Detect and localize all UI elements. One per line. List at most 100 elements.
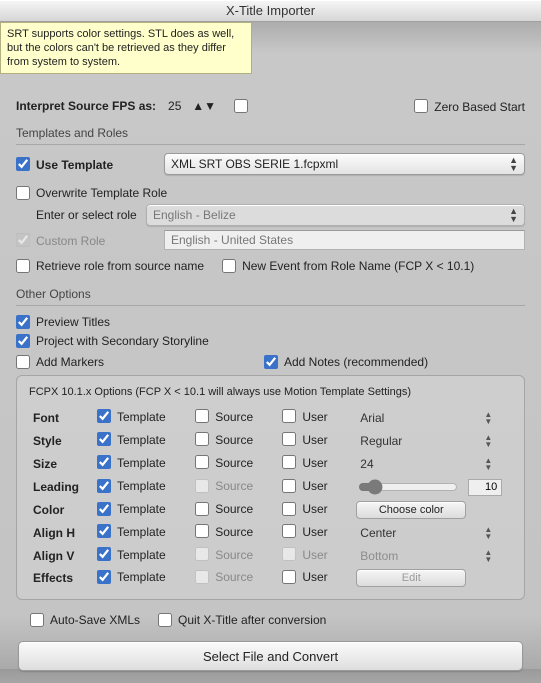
- table-row: Align H Template Source User Center▲▼: [29, 521, 512, 544]
- table-row: Color Template Source User Choose color: [29, 499, 512, 521]
- opt-font-label: Font: [29, 406, 93, 429]
- alignv-value-select: Bottom▲▼: [356, 546, 494, 565]
- font-user-cb[interactable]: User: [282, 409, 327, 424]
- secondary-storyline-input[interactable]: [16, 334, 30, 348]
- style-user-cb[interactable]: User: [282, 432, 327, 447]
- zero-based-start-input[interactable]: [414, 99, 428, 113]
- opt-style-label: Style: [29, 429, 93, 452]
- leading-value-field[interactable]: [468, 479, 502, 496]
- fps-value: 25: [168, 99, 181, 113]
- table-row: Size Template Source User 24▲▼: [29, 452, 512, 475]
- quit-after-label: Quit X-Title after conversion: [178, 612, 326, 627]
- fps-select[interactable]: 25 ▲▼: [162, 96, 220, 116]
- use-template-checkbox[interactable]: Use Template: [16, 157, 146, 172]
- overwrite-role-checkbox[interactable]: Overwrite Template Role: [16, 185, 167, 200]
- size-value-select[interactable]: 24▲▼: [356, 454, 494, 473]
- style-value-select[interactable]: Regular▲▼: [356, 431, 494, 450]
- enter-role-label: Enter or select role: [16, 208, 146, 222]
- font-template-cb[interactable]: Template: [97, 409, 166, 424]
- color-user-cb[interactable]: User: [282, 501, 327, 516]
- table-row: Align V Template Source User Bottom▲▼: [29, 544, 512, 567]
- secondary-storyline-label: Project with Secondary Storyline: [36, 333, 209, 348]
- alignv-source-cb: Source: [195, 547, 253, 562]
- effects-user-cb[interactable]: User: [282, 569, 327, 584]
- effects-template-cb[interactable]: Template: [97, 569, 166, 584]
- chevron-updown-icon: ▲▼: [509, 207, 518, 223]
- fcpx-options-table: Font Template Source User Arial▲▼ Style …: [29, 406, 512, 589]
- add-notes-label: Add Notes (recommended): [284, 354, 428, 369]
- preview-titles-checkbox[interactable]: Preview Titles: [16, 314, 110, 329]
- choose-color-button[interactable]: Choose color: [356, 501, 466, 519]
- unknown-checkbox-1[interactable]: [234, 99, 257, 114]
- size-template-cb[interactable]: Template: [97, 455, 166, 470]
- unknown-checkbox-1-input[interactable]: [234, 99, 248, 113]
- fcpx-panel-title: FCPX 10.1.x Options (FCP X < 10.1 will a…: [29, 386, 512, 398]
- custom-role-checkbox[interactable]: Custom Role: [16, 233, 146, 248]
- section-other-options: Other Options: [16, 287, 525, 301]
- unknown-checkbox-1-label: [254, 99, 257, 114]
- opt-leading-label: Leading: [29, 475, 93, 499]
- table-row: Style Template Source User Regular▲▼: [29, 429, 512, 452]
- color-source-cb[interactable]: Source: [195, 501, 253, 516]
- retrieve-role-input[interactable]: [16, 259, 30, 273]
- quit-after-input[interactable]: [158, 613, 172, 627]
- autosave-input[interactable]: [30, 613, 44, 627]
- color-template-cb[interactable]: Template: [97, 501, 166, 516]
- leading-template-cb[interactable]: Template: [97, 478, 166, 493]
- style-source-cb[interactable]: Source: [195, 432, 253, 447]
- leading-slider[interactable]: [358, 479, 458, 495]
- add-notes-checkbox[interactable]: Add Notes (recommended): [264, 354, 428, 369]
- divider: [16, 144, 525, 145]
- overwrite-role-input[interactable]: [16, 186, 30, 200]
- alignv-user-cb: User: [282, 547, 327, 562]
- style-template-cb[interactable]: Template: [97, 432, 166, 447]
- add-markers-label: Add Markers: [36, 354, 104, 369]
- table-row: Font Template Source User Arial▲▼: [29, 406, 512, 429]
- new-event-label: New Event from Role Name (FCP X < 10.1): [242, 258, 474, 273]
- preview-titles-input[interactable]: [16, 315, 30, 329]
- template-select[interactable]: XML SRT OBS SERIE 1.fcpxml ▲▼: [164, 153, 525, 175]
- zero-based-start-label: Zero Based Start: [434, 99, 525, 114]
- use-template-label: Use Template: [36, 157, 113, 172]
- opt-size-label: Size: [29, 452, 93, 475]
- use-template-input[interactable]: [16, 157, 30, 171]
- custom-role-input: [16, 233, 30, 247]
- new-event-input[interactable]: [222, 259, 236, 273]
- alignh-template-cb[interactable]: Template: [97, 524, 166, 539]
- divider: [16, 305, 525, 306]
- overwrite-role-label: Overwrite Template Role: [36, 185, 167, 200]
- zero-based-start-checkbox[interactable]: Zero Based Start: [414, 99, 525, 114]
- alignv-template-cb[interactable]: Template: [97, 547, 166, 562]
- font-value-select[interactable]: Arial▲▼: [356, 408, 494, 427]
- leading-slider-wrap: [356, 477, 508, 497]
- size-user-cb[interactable]: User: [282, 455, 327, 470]
- add-markers-checkbox[interactable]: Add Markers: [16, 354, 246, 369]
- tooltip-color-settings: SRT supports color settings. STL does as…: [0, 22, 252, 74]
- alignh-source-cb[interactable]: Source: [195, 524, 253, 539]
- alignh-value-select[interactable]: Center▲▼: [356, 523, 494, 542]
- retrieve-role-checkbox[interactable]: Retrieve role from source name: [16, 258, 204, 273]
- quit-after-checkbox[interactable]: Quit X-Title after conversion: [158, 612, 326, 627]
- table-row: Effects Template Source User Edit: [29, 567, 512, 589]
- opt-effects-label: Effects: [29, 567, 93, 589]
- edit-effects-button[interactable]: Edit: [356, 569, 466, 587]
- secondary-storyline-checkbox[interactable]: Project with Secondary Storyline: [16, 333, 209, 348]
- add-markers-input[interactable]: [16, 355, 30, 369]
- section-templates-roles: Templates and Roles: [16, 126, 525, 140]
- window-title: X-Title Importer: [0, 0, 541, 22]
- autosave-checkbox[interactable]: Auto-Save XMLs: [30, 612, 140, 627]
- alignh-user-cb[interactable]: User: [282, 524, 327, 539]
- template-select-value: XML SRT OBS SERIE 1.fcpxml: [171, 157, 338, 171]
- table-row: Leading Template Source User: [29, 475, 512, 499]
- size-source-cb[interactable]: Source: [195, 455, 253, 470]
- custom-role-field[interactable]: English - United States: [164, 230, 525, 250]
- custom-role-label: Custom Role: [36, 233, 105, 248]
- leading-user-cb[interactable]: User: [282, 478, 327, 493]
- add-notes-input[interactable]: [264, 355, 278, 369]
- select-file-convert-button[interactable]: Select File and Convert: [18, 641, 523, 671]
- new-event-checkbox[interactable]: New Event from Role Name (FCP X < 10.1): [222, 258, 474, 273]
- chevron-updown-icon: ▲▼: [484, 434, 492, 448]
- leading-source-cb: Source: [195, 478, 253, 493]
- font-source-cb[interactable]: Source: [195, 409, 253, 424]
- role-select[interactable]: English - Belize ▲▼: [146, 204, 525, 226]
